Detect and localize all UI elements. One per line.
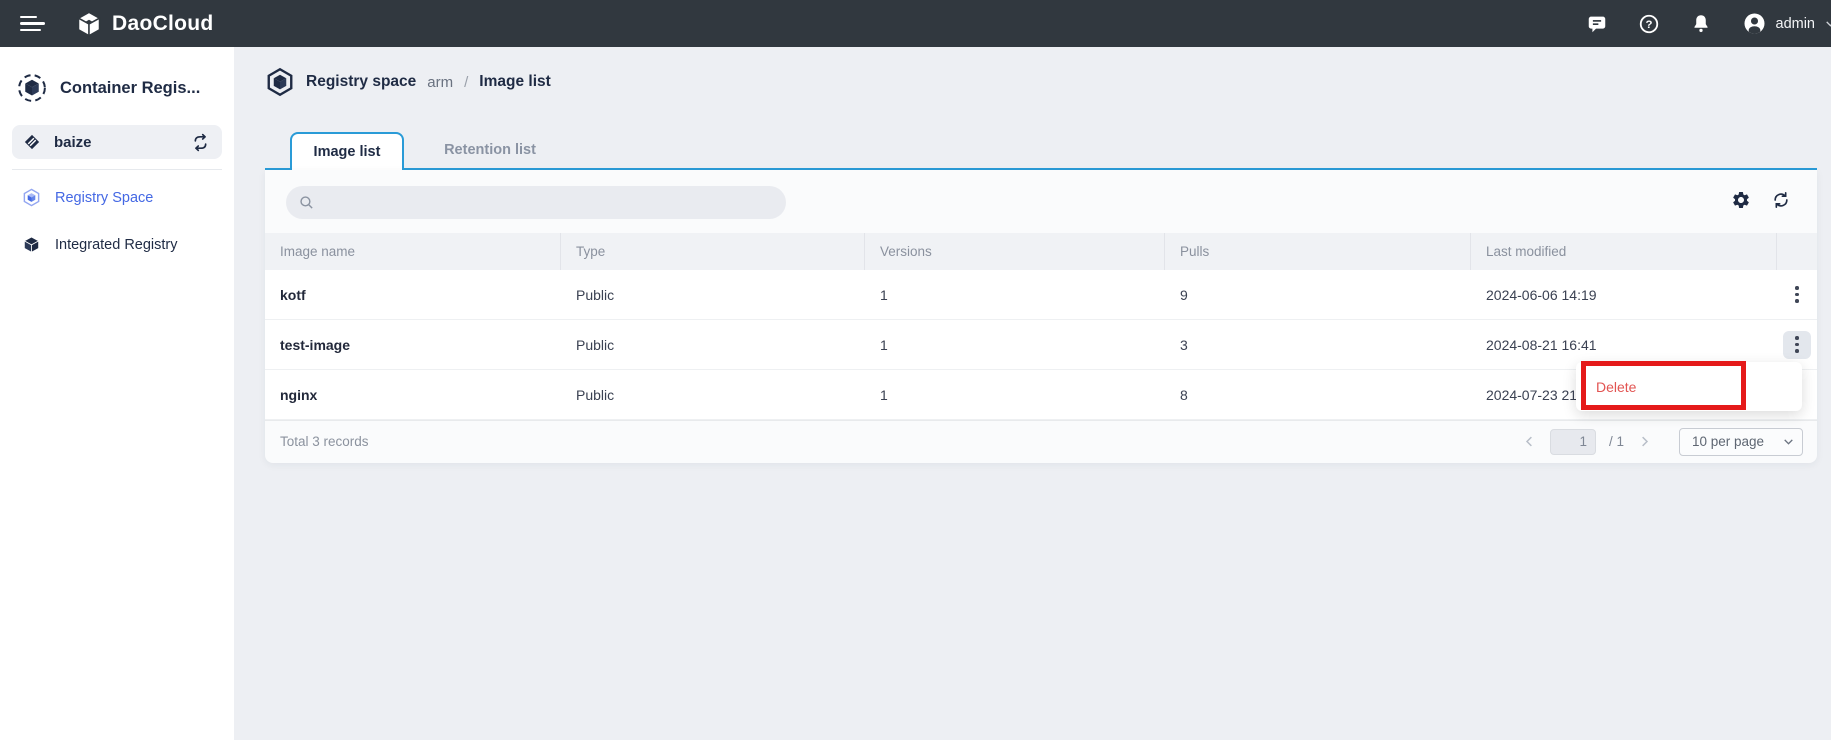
modified-cell: 2024-06-06 14:19 bbox=[1471, 287, 1777, 303]
sidebar-item-integrated-registry[interactable]: Integrated Registry bbox=[0, 221, 234, 268]
column-image-name: Image name bbox=[265, 233, 561, 270]
versions-cell: 1 bbox=[865, 337, 1165, 353]
username: admin bbox=[1776, 16, 1816, 32]
delete-menu-item[interactable]: Delete bbox=[1576, 379, 1636, 395]
row-context-menu: Delete bbox=[1576, 362, 1802, 411]
breadcrumb-space[interactable]: arm bbox=[427, 74, 453, 91]
tab-image-list[interactable]: Image list bbox=[290, 132, 404, 170]
tab-retention-list[interactable]: Retention list bbox=[404, 132, 576, 168]
versions-cell: 1 bbox=[865, 387, 1165, 403]
breadcrumb-section[interactable]: Registry space bbox=[306, 73, 416, 91]
brand-logo[interactable]: DaoCloud bbox=[75, 10, 214, 38]
user-avatar-icon bbox=[1742, 11, 1767, 36]
page-size-select[interactable]: 10 per page bbox=[1679, 428, 1803, 456]
column-last-modified: Last modified bbox=[1471, 233, 1777, 270]
refresh-icon[interactable] bbox=[1771, 190, 1791, 210]
search-icon bbox=[298, 194, 315, 211]
workspace-icon bbox=[23, 133, 41, 151]
registry-space-icon bbox=[22, 188, 41, 207]
page-input[interactable]: 1 bbox=[1550, 429, 1596, 455]
column-versions: Versions bbox=[865, 233, 1165, 270]
type-cell: Public bbox=[561, 287, 865, 303]
brand-name: DaoCloud bbox=[112, 12, 214, 36]
image-list-panel: Image name Type Versions Pulls Last modi… bbox=[265, 170, 1817, 463]
chevron-down-icon bbox=[1824, 17, 1831, 30]
column-type: Type bbox=[561, 233, 865, 270]
workspace-name: baize bbox=[54, 134, 178, 151]
image-name-cell[interactable]: kotf bbox=[265, 287, 561, 303]
table-footer: Total 3 records 1 / 1 10 per page bbox=[265, 420, 1817, 462]
sidebar: Container Regis... baize bbox=[0, 47, 234, 740]
chevron-right-icon[interactable] bbox=[1637, 434, 1652, 449]
sidebar-title-label: Container Regis... bbox=[60, 79, 200, 98]
help-icon[interactable]: ? bbox=[1638, 13, 1660, 35]
modified-cell: 2024-08-21 16:41 bbox=[1471, 337, 1777, 353]
total-records-label: Total 3 records bbox=[280, 434, 369, 449]
kebab-menu-icon[interactable] bbox=[1783, 281, 1811, 309]
image-name-cell[interactable]: test-image bbox=[265, 337, 561, 353]
settings-gear-icon[interactable] bbox=[1731, 190, 1751, 210]
column-actions bbox=[1777, 233, 1817, 270]
pulls-cell: 8 bbox=[1165, 387, 1471, 403]
logo-cube-icon bbox=[75, 10, 103, 38]
kebab-menu-icon[interactable] bbox=[1783, 331, 1811, 359]
integrated-registry-icon bbox=[22, 235, 41, 254]
search-box[interactable] bbox=[286, 186, 786, 219]
message-icon[interactable] bbox=[1586, 13, 1608, 35]
search-input[interactable] bbox=[323, 195, 774, 211]
breadcrumb-separator: / bbox=[464, 74, 468, 91]
container-registry-icon bbox=[17, 73, 47, 103]
versions-cell: 1 bbox=[865, 287, 1165, 303]
sidebar-module-title: Container Regis... bbox=[0, 47, 234, 123]
cube-icon bbox=[265, 67, 295, 97]
image-name-cell[interactable]: nginx bbox=[265, 387, 561, 403]
type-cell: Public bbox=[561, 337, 865, 353]
svg-text:?: ? bbox=[1645, 18, 1652, 30]
user-menu[interactable]: admin bbox=[1742, 11, 1831, 36]
pulls-cell: 3 bbox=[1165, 337, 1471, 353]
menu-icon[interactable] bbox=[20, 16, 45, 32]
breadcrumb: Registry space arm / Image list bbox=[265, 64, 551, 100]
swap-icon[interactable] bbox=[191, 133, 210, 152]
column-pulls: Pulls bbox=[1165, 233, 1471, 270]
chevron-left-icon[interactable] bbox=[1522, 434, 1537, 449]
type-cell: Public bbox=[561, 387, 865, 403]
page-size-value: 10 per page bbox=[1692, 434, 1764, 449]
pulls-cell: 9 bbox=[1165, 287, 1471, 303]
sidebar-item-label: Registry Space bbox=[55, 190, 153, 206]
sidebar-item-label: Integrated Registry bbox=[55, 237, 178, 253]
sidebar-item-registry-space[interactable]: Registry Space bbox=[0, 174, 234, 221]
topbar: DaoCloud ? bbox=[0, 0, 1831, 47]
table-row: kotf Public 1 9 2024-06-06 14:19 bbox=[265, 270, 1817, 320]
page-count-label: / 1 bbox=[1609, 434, 1624, 449]
bell-icon[interactable] bbox=[1690, 13, 1712, 35]
sidebar-divider bbox=[12, 169, 222, 170]
table-header: Image name Type Versions Pulls Last modi… bbox=[265, 233, 1817, 270]
select-chevron-icon bbox=[1782, 435, 1795, 448]
workspace-selector[interactable]: baize bbox=[12, 125, 222, 159]
breadcrumb-current: Image list bbox=[479, 73, 551, 91]
